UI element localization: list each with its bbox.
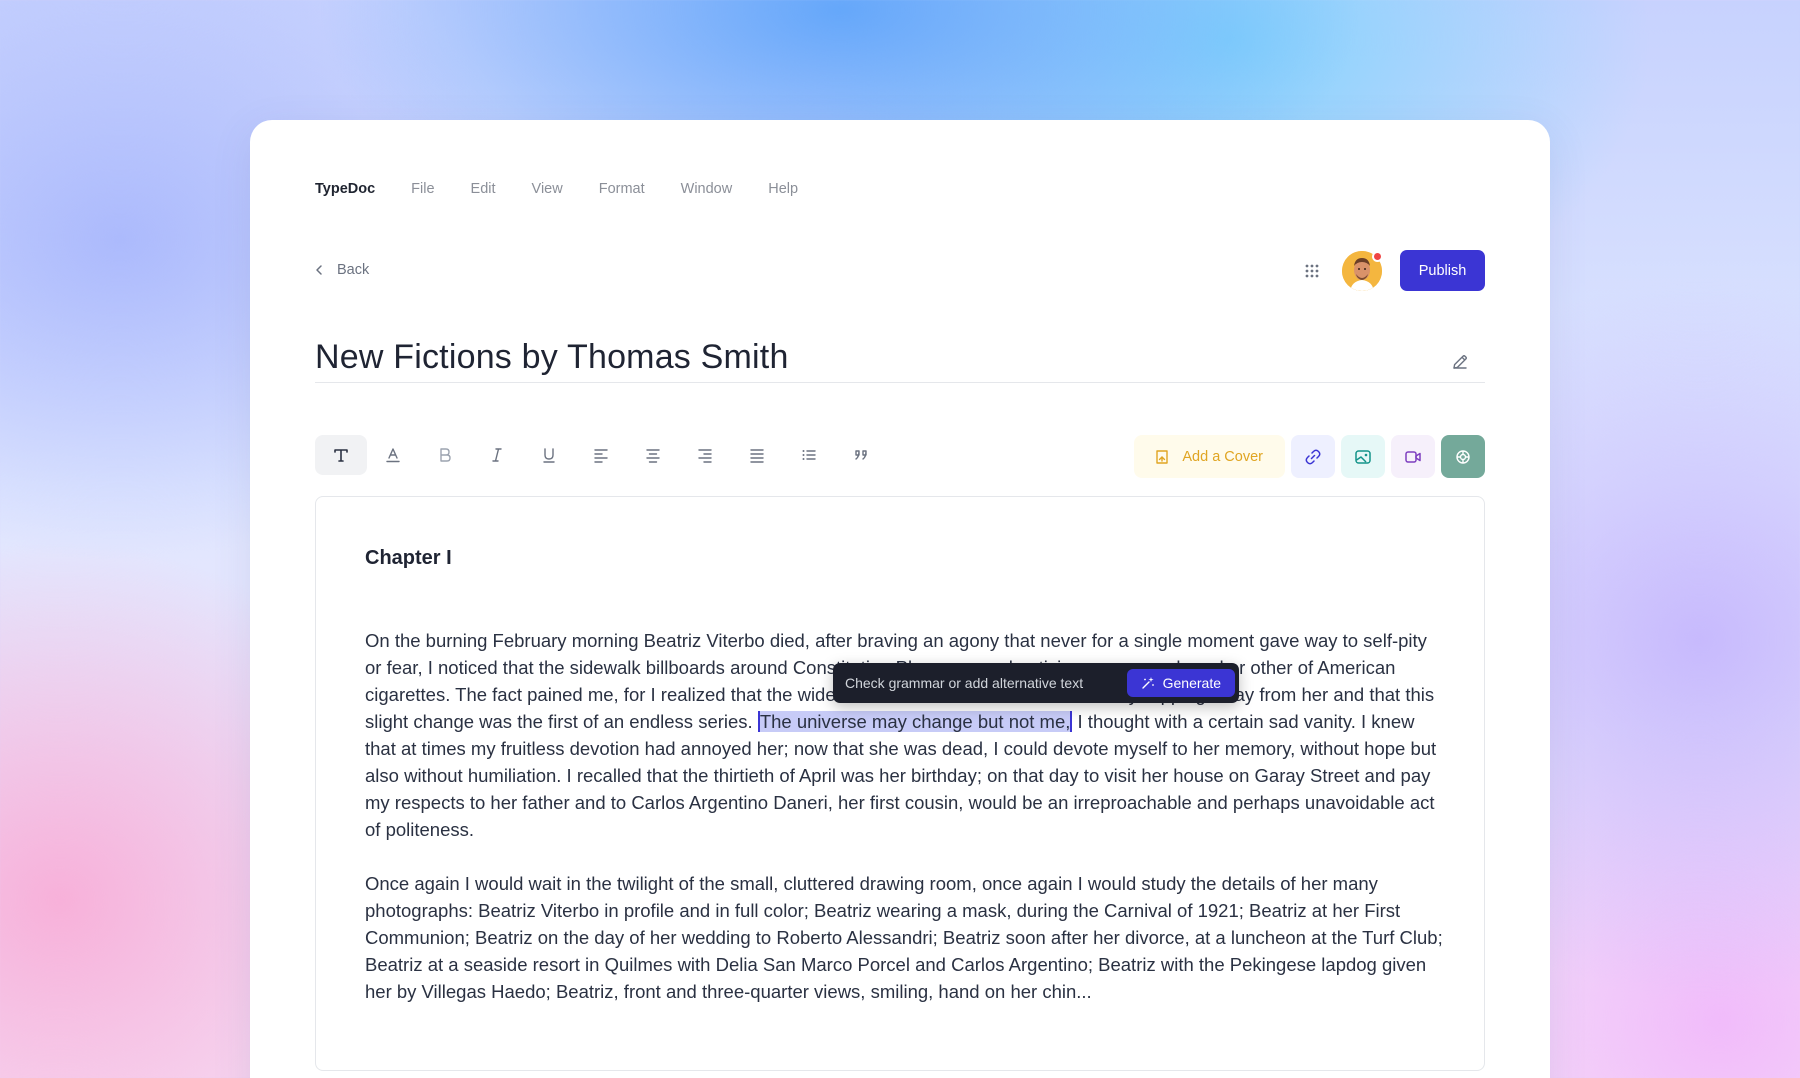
list-icon — [802, 450, 816, 460]
link-icon — [1305, 449, 1321, 464]
image-icon — [1355, 449, 1371, 464]
justify-button[interactable] — [731, 435, 783, 475]
align-left-button[interactable] — [575, 435, 627, 475]
header-actions: Publish — [1298, 250, 1485, 291]
menu-help[interactable]: Help — [768, 181, 798, 197]
generate-label: Generate — [1162, 675, 1221, 691]
list-button[interactable] — [783, 435, 835, 475]
insert-image-button[interactable] — [1341, 435, 1385, 478]
magic-wand-icon — [1141, 677, 1154, 689]
quote-button[interactable] — [835, 435, 887, 475]
back-label: Back — [337, 262, 370, 278]
generate-button[interactable]: Generate — [1126, 669, 1235, 697]
italic-icon — [492, 448, 502, 462]
menu-edit[interactable]: Edit — [471, 181, 496, 197]
back-button[interactable]: Back — [313, 262, 369, 278]
document-title[interactable]: New Fictions by Thomas Smith — [315, 338, 789, 377]
justify-icon — [750, 449, 764, 463]
text-style-button[interactable] — [315, 435, 367, 475]
paragraph-1[interactable]: On the burning February morning Beatriz … — [365, 627, 1445, 843]
bold-icon — [440, 448, 451, 462]
insert-link-button[interactable] — [1291, 435, 1335, 478]
italic-button[interactable] — [471, 435, 523, 475]
notification-dot — [1372, 250, 1383, 262]
menu-view[interactable]: View — [532, 181, 563, 197]
font-color-button[interactable] — [367, 435, 419, 475]
format-toolbar — [315, 435, 887, 475]
cover-image-icon — [1156, 449, 1169, 464]
title-divider — [315, 382, 1485, 383]
add-cover-label: Add a Cover — [1182, 448, 1263, 465]
align-right-button[interactable] — [679, 435, 731, 475]
popover-hint: Check grammar or add alternative text — [845, 675, 1084, 691]
ai-assistant-button[interactable] — [1441, 435, 1485, 478]
text-icon — [334, 449, 348, 462]
align-center-button[interactable] — [627, 435, 679, 475]
ai-suggestion-popover: Check grammar or add alternative text Ge… — [833, 663, 1239, 703]
editor-window: TypeDoc File Edit View Format Window Hel… — [250, 120, 1550, 1078]
underline-icon — [543, 448, 555, 463]
paragraph-2[interactable]: Once again I would wait in the twilight … — [365, 870, 1445, 1005]
underline-button[interactable] — [523, 435, 575, 475]
chapter-heading: Chapter I — [365, 547, 452, 569]
insert-video-button[interactable] — [1391, 435, 1435, 478]
menu-bar: TypeDoc File Edit View Format Window Hel… — [315, 181, 834, 197]
font-color-icon — [386, 448, 400, 463]
align-center-icon — [646, 449, 660, 463]
add-cover-button[interactable]: Add a Cover — [1134, 435, 1285, 478]
menu-file[interactable]: File — [411, 181, 434, 197]
editor-body[interactable]: Chapter I On the burning February mornin… — [315, 496, 1485, 1071]
video-icon — [1405, 450, 1421, 463]
menu-format[interactable]: Format — [599, 181, 645, 197]
apps-grid-button[interactable] — [1298, 257, 1326, 285]
quote-icon — [855, 450, 867, 460]
align-right-icon — [698, 449, 712, 463]
selected-text[interactable]: The universe may change but not me, — [757, 711, 1073, 732]
insert-toolbar: Add a Cover — [1134, 435, 1485, 478]
bold-button[interactable] — [419, 435, 471, 475]
align-left-icon — [594, 449, 608, 463]
app-brand: TypeDoc — [315, 181, 376, 197]
ai-sparkle-icon — [1456, 449, 1470, 464]
user-avatar[interactable] — [1342, 250, 1383, 291]
grid-icon — [1305, 264, 1319, 277]
pencil-icon[interactable] — [1450, 352, 1470, 372]
chevron-left-icon — [316, 265, 322, 275]
publish-button[interactable]: Publish — [1400, 250, 1485, 291]
menu-window[interactable]: Window — [681, 181, 733, 197]
